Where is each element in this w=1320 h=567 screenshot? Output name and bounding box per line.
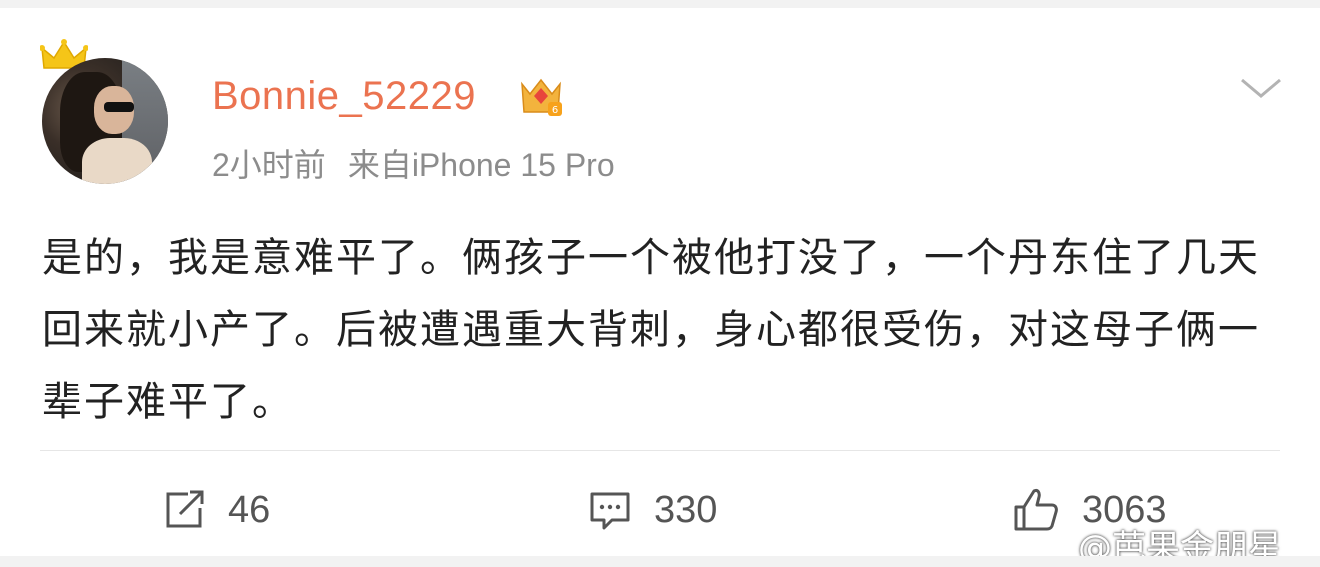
chevron-down-icon[interactable]: [1238, 74, 1284, 102]
avatar[interactable]: [42, 58, 168, 184]
repost-count: 46: [228, 488, 271, 531]
post-content: 是的，我是意难平了。俩孩子一个被他打没了，一个丹东住了几天回来就小产了。后被遭遇…: [42, 235, 1260, 425]
comment-button[interactable]: 330: [588, 480, 717, 540]
bottom-strip: [0, 556, 1320, 567]
thumbs-up-icon: [1014, 489, 1058, 531]
avatar-container[interactable]: [40, 39, 170, 188]
divider: [40, 450, 1280, 451]
vip-badge-icon[interactable]: 6: [518, 74, 564, 118]
comment-icon: [590, 492, 630, 530]
repost-button[interactable]: 46: [162, 480, 270, 540]
post-time: 2小时前: [212, 147, 326, 183]
weibo-post-card: Bonnie_52229 6 2小时前 来自iPhone 15 Pro 是的，我是…: [0, 8, 1320, 567]
post-source: 来自iPhone 15 Pro: [347, 147, 615, 183]
post-meta: 2小时前 来自iPhone 15 Pro: [212, 140, 615, 186]
svg-text:6: 6: [552, 105, 558, 116]
repost-icon: [166, 490, 204, 528]
username[interactable]: Bonnie_52229: [212, 74, 476, 119]
comment-count: 330: [654, 488, 718, 531]
